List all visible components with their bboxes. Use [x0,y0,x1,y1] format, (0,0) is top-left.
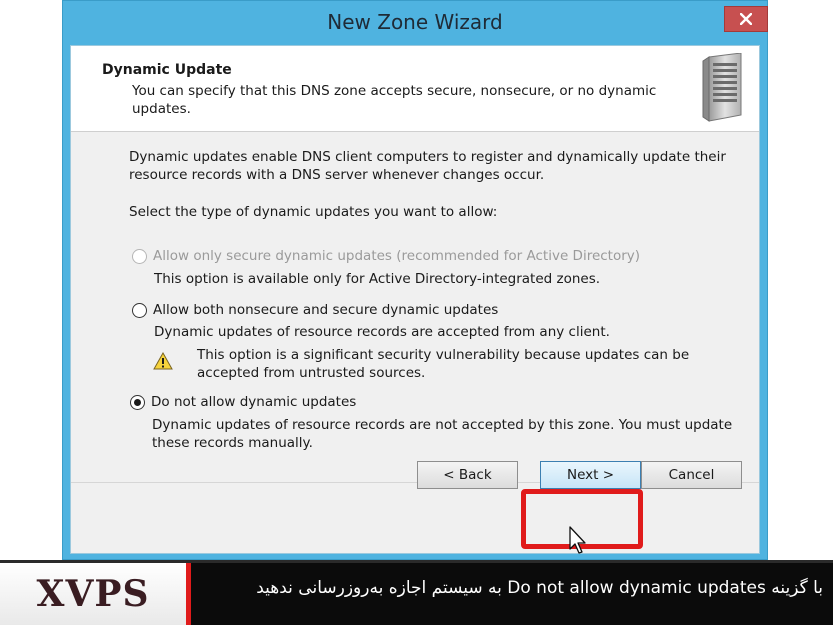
brand-logo: XVPS [0,563,186,625]
page-description: You can specify that this DNS zone accep… [132,83,657,117]
page-title: Dynamic Update [102,62,232,78]
caption-banner: XVPS با گزینه Do not allow dynamic updat… [0,560,833,625]
radio-button-nonsecure-and-secure[interactable] [132,302,147,318]
radio-no-dynamic-updates[interactable]: Do not allow dynamic updates [130,394,356,410]
wizard-window: New Zone Wizard Dynamic Update You can s… [62,0,768,560]
next-button[interactable]: Next > [540,461,641,489]
radio-label-secure-only: Allow only secure dynamic updates (recom… [153,248,641,264]
window-title: New Zone Wizard [327,10,503,34]
close-button[interactable] [724,6,768,32]
radio-label-nonsecure-and-secure[interactable]: Allow both nonsecure and secure dynamic … [153,302,498,318]
back-button[interactable]: < Back [417,461,518,489]
radio-label-no-dynamic-updates[interactable]: Do not allow dynamic updates [151,394,356,410]
radio-secure-only: Allow only secure dynamic updates (recom… [132,248,640,264]
option-description-nonsecure: Dynamic updates of resource records are … [154,324,610,340]
warning-icon [153,352,173,370]
banner-accent [186,563,191,625]
server-icon [702,53,742,122]
button-bar [71,482,759,555]
radio-button-secure-only [132,248,147,264]
option-description-no-updates: Dynamic updates of resource records are … [152,417,733,451]
caption-text: با گزینه Do not allow dynamic updates به… [256,578,823,598]
wizard-header: Dynamic Update You can specify that this… [71,46,759,132]
select-prompt: Select the type of dynamic updates you w… [129,204,498,220]
intro-text: Dynamic updates enable DNS client comput… [129,149,726,183]
radio-button-no-dynamic-updates[interactable] [130,394,145,410]
title-bar[interactable]: New Zone Wizard [63,1,768,45]
close-icon [740,13,752,25]
radio-nonsecure-and-secure[interactable]: Allow both nonsecure and secure dynamic … [132,302,498,318]
security-warning-text: This option is a significant security vu… [197,347,690,381]
option-description-secure-only: This option is available only for Active… [154,271,601,287]
logo-text: XVPS [36,573,150,615]
mouse-cursor-icon [569,526,586,554]
cancel-button[interactable]: Cancel [641,461,742,489]
